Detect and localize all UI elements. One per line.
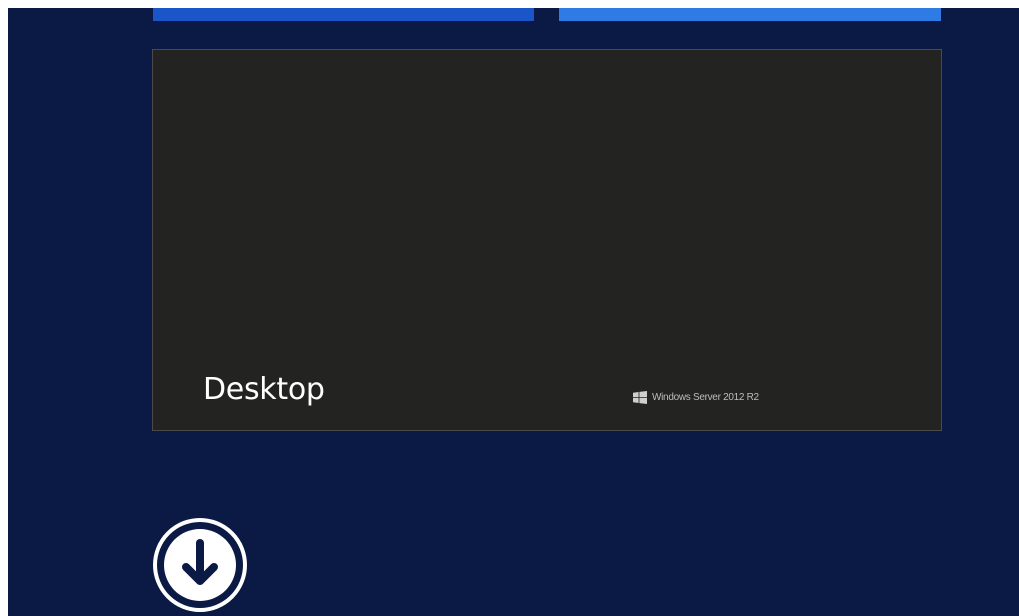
windows-server-branding: Windows Server 2012 R2 bbox=[633, 391, 759, 404]
desktop-tile[interactable]: Desktop Windows Server 2012 R2 bbox=[152, 49, 942, 431]
tile-partial-top-left[interactable] bbox=[153, 8, 534, 21]
all-apps-button[interactable] bbox=[152, 517, 248, 613]
arrow-down-circle-icon bbox=[152, 517, 248, 613]
windows-server-branding-text: Windows Server 2012 R2 bbox=[652, 391, 759, 403]
desktop-tile-label: Desktop bbox=[203, 372, 325, 407]
tile-partial-top-right[interactable] bbox=[559, 8, 941, 21]
start-screen: Desktop Windows Server 2012 R2 bbox=[8, 8, 1019, 616]
windows-logo-icon bbox=[633, 391, 647, 404]
